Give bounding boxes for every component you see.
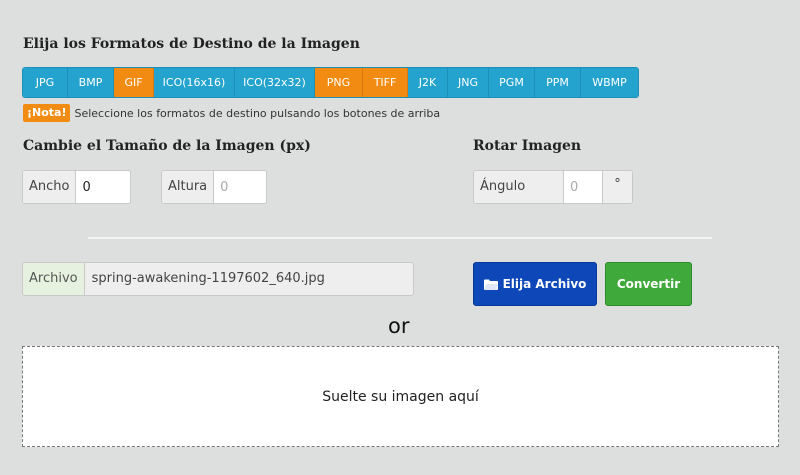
format-button-tiff[interactable]: TIFF [363, 68, 408, 97]
rotate-title: Rotar Imagen [473, 138, 582, 154]
file-name-field[interactable]: spring-awakening-1197602_640.jpg [85, 263, 325, 295]
format-button-png[interactable]: PNG [315, 68, 363, 97]
choose-file-label: Elija Archivo [502, 277, 587, 291]
format-button-jpg[interactable]: JPG [23, 68, 68, 97]
file-label: Archivo [23, 263, 85, 295]
format-button-gif[interactable]: GIF [114, 68, 154, 97]
height-group: Altura [161, 170, 267, 204]
angle-group: Ángulo (+/-) ° [473, 170, 633, 204]
height-input[interactable] [214, 171, 266, 203]
format-button-pgm[interactable]: PGM [489, 68, 535, 97]
file-group: Archivo spring-awakening-1197602_640.jpg [22, 262, 414, 296]
width-label: Ancho [23, 171, 77, 203]
note-badge: ¡Nota! [23, 104, 71, 122]
dropzone-text: Suelte su imagen aquí [322, 388, 479, 405]
angle-label: Ángulo (+/-) [474, 171, 564, 203]
resize-title: Cambie el Tamaño de la Imagen (px) [23, 138, 311, 154]
choose-file-button[interactable]: Elija Archivo [473, 262, 597, 306]
format-button-j2k[interactable]: J2K [408, 68, 448, 97]
format-button-group: JPG BMP GIF ICO(16x16) ICO(32x32) PNG TI… [22, 67, 639, 98]
or-separator: or [388, 314, 410, 338]
width-input[interactable] [76, 171, 125, 203]
format-button-wbmp[interactable]: WBMP [581, 68, 638, 97]
width-group: Ancho [22, 170, 131, 204]
degree-unit: ° [601, 171, 632, 203]
format-button-ico16[interactable]: ICO(16x16) [154, 68, 235, 97]
note-row: ¡Nota! Seleccione los formatos de destin… [23, 104, 440, 122]
convert-button[interactable]: Convertir [605, 262, 692, 306]
formats-title: Elija los Formatos de Destino de la Imag… [23, 36, 360, 52]
format-button-ppm[interactable]: PPM [535, 68, 581, 97]
dropzone[interactable]: Suelte su imagen aquí [22, 346, 779, 447]
height-label: Altura [162, 171, 215, 203]
angle-input[interactable] [563, 171, 602, 203]
format-button-bmp[interactable]: BMP [68, 68, 114, 97]
format-button-jng[interactable]: JNG [448, 68, 489, 97]
note-text: Seleccione los formatos de destino pulsa… [74, 106, 441, 120]
divider [88, 237, 712, 239]
folder-icon [483, 279, 498, 290]
format-button-ico32[interactable]: ICO(32x32) [235, 68, 315, 97]
